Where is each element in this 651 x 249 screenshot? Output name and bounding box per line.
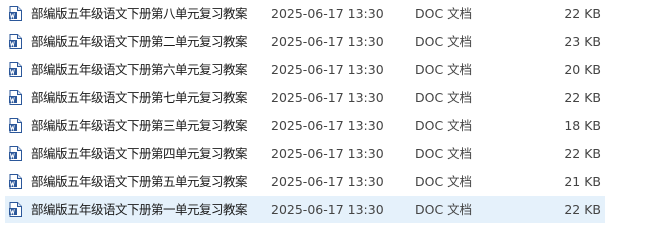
- file-type: DOC 文档: [415, 202, 473, 217]
- file-size: 21 KB: [564, 174, 601, 189]
- file-size: 22 KB: [564, 202, 601, 217]
- file-size: 23 KB: [564, 34, 601, 49]
- file-name: 部编版五年级语文下册第八单元复习教案: [31, 6, 248, 21]
- file-name: 部编版五年级语文下册第三单元复习教案: [31, 118, 248, 133]
- word-doc-icon: [9, 62, 22, 77]
- file-modified-date: 2025-06-17 13:30: [271, 62, 384, 77]
- file-modified-date: 2025-06-17 13:30: [271, 34, 384, 49]
- file-size: 22 KB: [564, 146, 601, 161]
- file-modified-date: 2025-06-17 13:30: [271, 174, 384, 189]
- word-doc-icon: [9, 118, 22, 133]
- word-doc-icon: [9, 90, 22, 105]
- file-name: 部编版五年级语文下册第二单元复习教案: [31, 34, 248, 49]
- file-row[interactable]: 部编版五年级语文下册第六单元复习教案 2025-06-17 13:30 DOC …: [5, 56, 605, 83]
- file-row-selected[interactable]: 部编版五年级语文下册第一单元复习教案 2025-06-17 13:30 DOC …: [5, 196, 605, 223]
- file-modified-date: 2025-06-17 13:30: [271, 202, 384, 217]
- word-doc-icon: [9, 202, 22, 217]
- file-type: DOC 文档: [415, 90, 473, 105]
- file-size: 20 KB: [564, 62, 601, 77]
- file-type: DOC 文档: [415, 62, 473, 77]
- file-modified-date: 2025-06-17 13:30: [271, 118, 384, 133]
- file-type: DOC 文档: [415, 118, 473, 133]
- file-type: DOC 文档: [415, 174, 473, 189]
- file-type: DOC 文档: [415, 34, 473, 49]
- file-row[interactable]: 部编版五年级语文下册第四单元复习教案 2025-06-17 13:30 DOC …: [5, 140, 605, 167]
- file-row[interactable]: 部编版五年级语文下册第二单元复习教案 2025-06-17 13:30 DOC …: [5, 28, 605, 55]
- file-row[interactable]: 部编版五年级语文下册第七单元复习教案 2025-06-17 13:30 DOC …: [5, 84, 605, 111]
- word-doc-icon: [9, 174, 22, 189]
- file-row[interactable]: 部编版五年级语文下册第八单元复习教案 2025-06-17 13:30 DOC …: [5, 0, 605, 27]
- file-row[interactable]: 部编版五年级语文下册第五单元复习教案 2025-06-17 13:30 DOC …: [5, 168, 605, 195]
- word-doc-icon: [9, 34, 22, 49]
- file-size: 18 KB: [564, 118, 601, 133]
- file-row[interactable]: 部编版五年级语文下册第三单元复习教案 2025-06-17 13:30 DOC …: [5, 112, 605, 139]
- file-modified-date: 2025-06-17 13:30: [271, 146, 384, 161]
- file-name: 部编版五年级语文下册第五单元复习教案: [31, 174, 248, 189]
- file-type: DOC 文档: [415, 6, 473, 21]
- file-modified-date: 2025-06-17 13:30: [271, 6, 384, 21]
- file-size: 22 KB: [564, 90, 601, 105]
- word-doc-icon: [9, 146, 22, 161]
- file-modified-date: 2025-06-17 13:30: [271, 90, 384, 105]
- file-name: 部编版五年级语文下册第六单元复习教案: [31, 62, 248, 77]
- file-name: 部编版五年级语文下册第七单元复习教案: [31, 90, 248, 105]
- word-doc-icon: [9, 6, 22, 21]
- file-name: 部编版五年级语文下册第一单元复习教案: [31, 202, 248, 217]
- file-type: DOC 文档: [415, 146, 473, 161]
- file-size: 22 KB: [564, 6, 601, 21]
- file-name: 部编版五年级语文下册第四单元复习教案: [31, 146, 248, 161]
